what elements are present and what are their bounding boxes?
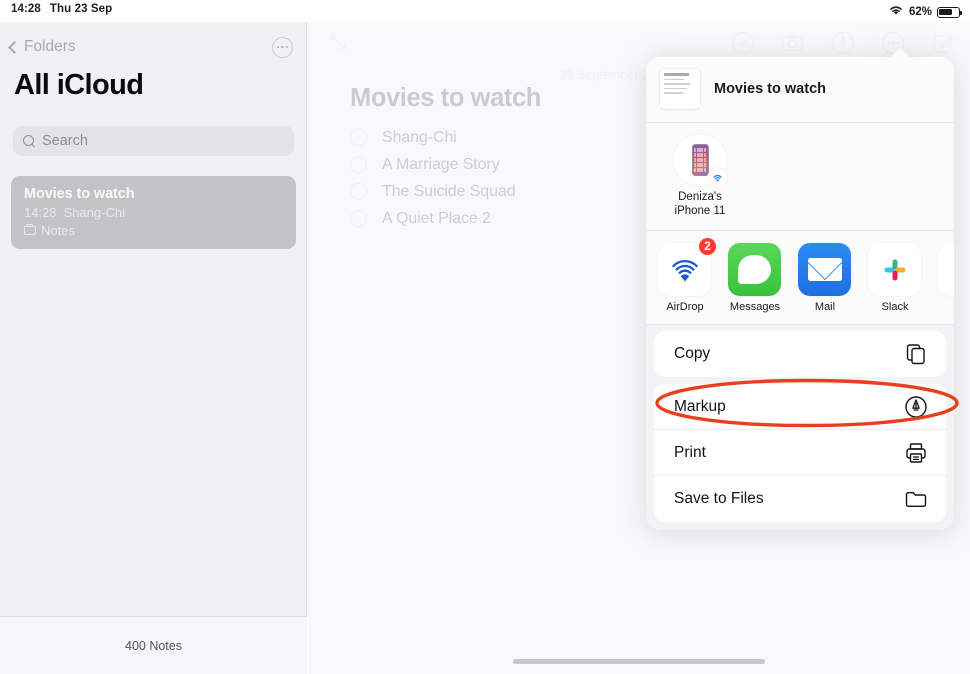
folder-icon: [904, 487, 928, 511]
app-label: AirDrop: [666, 301, 704, 313]
share-actions-list: Copy Markup Print Save to Files: [646, 325, 954, 530]
share-sheet-header: Movies to watch: [646, 57, 954, 123]
share-item-title: Movies to watch: [714, 81, 826, 97]
sidebar-footer: 400 Notes: [0, 616, 307, 674]
page-title: All iCloud: [14, 69, 144, 101]
sidebar-more-button[interactable]: [272, 36, 293, 58]
list-item[interactable]: Movies to watch 14:28 Shang-Chi Notes: [11, 176, 296, 249]
app-label: Messages: [729, 301, 781, 313]
partial-app-icon: [938, 243, 954, 296]
share-app-airdrop[interactable]: 2 AirDrop: [658, 237, 717, 313]
action-label: Copy: [674, 345, 711, 362]
iphone-icon: [691, 144, 709, 176]
wifi-icon: [888, 3, 904, 21]
slack-app-icon: [868, 243, 921, 296]
markup-pen-circle-icon: [904, 395, 928, 419]
note-item-folder-label: Notes: [41, 223, 75, 238]
notes-sidebar: Folders All iCloud Search Movies to watc…: [0, 22, 307, 674]
airdrop-person-name: Deniza's iPhone 11: [674, 191, 726, 217]
status-time: 14:28: [11, 3, 41, 15]
note-item-time: 14:28: [24, 205, 57, 220]
action-print[interactable]: Print: [654, 430, 946, 476]
battery-percent: 62%: [908, 6, 932, 18]
search-placeholder: Search: [42, 133, 88, 149]
share-app-mail[interactable]: Mail: [798, 243, 852, 313]
back-to-folders-button[interactable]: Folders: [8, 38, 76, 56]
note-thumbnail-icon: [660, 69, 700, 109]
share-app-slack[interactable]: Slack: [868, 243, 922, 313]
share-apps-row: 2 AirDrop Messages Mail Slack: [646, 231, 954, 325]
action-label: Print: [674, 443, 706, 461]
action-markup[interactable]: Markup: [654, 384, 946, 430]
airdrop-person[interactable]: Deniza's iPhone 11: [658, 134, 742, 218]
folder-icon: [24, 223, 36, 235]
back-label: Folders: [24, 38, 76, 55]
share-sheet-popover: Movies to watch Deniza's iPhone 11 2 Air…: [646, 48, 954, 530]
chevron-left-icon: [8, 40, 21, 54]
search-input[interactable]: Search: [13, 126, 294, 156]
sidebar-nav-bar: Folders: [0, 30, 307, 64]
share-app-messages[interactable]: Messages: [728, 243, 782, 313]
action-save-to-files[interactable]: Save to Files: [654, 476, 946, 522]
mail-app-icon: [798, 243, 851, 296]
status-bar-left: 14:28 Thu 23 Sep: [11, 3, 112, 15]
share-app-partial[interactable]: [938, 243, 954, 313]
action-copy[interactable]: Copy: [654, 331, 946, 377]
notes-count: 400 Notes: [125, 638, 182, 653]
status-bar-right: 62%: [888, 3, 963, 21]
note-item-folder: Notes: [24, 223, 283, 238]
note-item-subtitle: 14:28 Shang-Chi: [24, 205, 283, 220]
action-label: Markup: [674, 397, 726, 415]
app-label: Slack: [881, 301, 909, 313]
airdrop-people-row: Deniza's iPhone 11: [646, 123, 954, 231]
search-icon: [23, 135, 35, 147]
messages-app-icon: [728, 243, 781, 296]
avatar: [674, 134, 727, 187]
status-date: Thu 23 Sep: [49, 3, 113, 15]
note-item-title: Movies to watch: [24, 186, 135, 202]
printer-icon: [904, 441, 928, 465]
battery-icon: [937, 6, 963, 18]
status-bar: 14:28 Thu 23 Sep 62%: [0, 0, 970, 22]
share-actions-group: Markup Print Save to Files: [654, 384, 946, 522]
action-label: Save to Files: [674, 490, 764, 507]
ipad-notes-screen: 14:28 Thu 23 Sep 62% Folders All iCloud …: [0, 0, 970, 674]
copy-icon: [904, 342, 928, 366]
note-list: Movies to watch 14:28 Shang-Chi Notes: [11, 176, 296, 249]
app-label: Mail: [814, 301, 836, 313]
note-item-preview: Shang-Chi: [63, 205, 125, 220]
badge-count: 2: [698, 237, 717, 256]
airdrop-badge-icon: [708, 168, 727, 187]
